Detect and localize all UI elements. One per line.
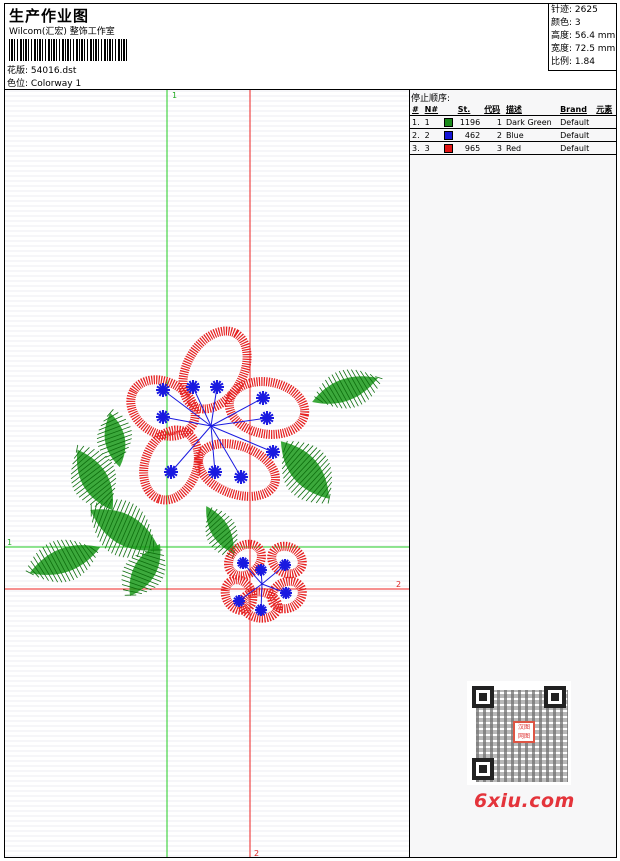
color-swatch-red: [443, 143, 453, 153]
color-table: # N# St. 代码 描述 Brand 元素 1. 1 1196 1 Dark…: [410, 103, 616, 155]
row-index: 1.: [410, 115, 423, 129]
stamen: [208, 465, 222, 479]
color-row: 3. 3 965 3 Red Default: [410, 141, 616, 155]
qr-finder: [472, 758, 494, 780]
row-desc: Blue: [503, 128, 559, 142]
leaf: [205, 506, 238, 559]
col-brand: Brand: [560, 104, 587, 114]
stat-colors: 颜色: 3: [551, 18, 581, 28]
stamen: [279, 559, 291, 571]
row-brand: Default: [558, 141, 595, 155]
leaf: [25, 539, 101, 583]
embroidery-preview: 1 1 2 2: [5, 90, 409, 857]
colorway-info: 色位: Colorway 1: [7, 76, 81, 89]
stat-height: 高度: 56.4 mm: [551, 31, 616, 41]
row-brand: Default: [558, 128, 595, 142]
colorway-value: Colorway 1: [30, 79, 82, 89]
guide-label-v1: 1: [172, 91, 177, 100]
color-swatch-blue: [443, 130, 453, 140]
row-stitches: 1196: [455, 115, 483, 129]
color-row: 2. 2 462 2 Blue Default: [410, 128, 616, 142]
guide-label-v2: 2: [254, 849, 259, 857]
design-value: 54016.dst: [30, 66, 77, 76]
col-code: 代码: [484, 104, 501, 114]
row-desc: Dark Green: [503, 115, 559, 129]
leaf: [280, 440, 333, 504]
leaf-shape: [29, 545, 101, 575]
petal-outline: [224, 377, 310, 439]
stamen-filament: [162, 389, 212, 427]
stamen: [210, 380, 224, 394]
sheet-header: 生产作业图 Wilcom(汇宏) 整饰工作室 花版: 54016.dst 色位:…: [5, 4, 616, 90]
design-canvas: 1 1 2 2: [5, 90, 410, 857]
petal: [224, 377, 310, 439]
col-desc: 描述: [505, 104, 522, 114]
row-stitches: 965: [455, 141, 483, 155]
company-name: Wilcom(汇宏) 整饰工作室: [9, 27, 115, 37]
stat-width: 宽度: 72.5 mm: [551, 44, 616, 54]
col-n: N#: [424, 104, 439, 114]
design-info: 花版: 54016.dst: [7, 63, 76, 76]
stamen-filament: [162, 416, 212, 427]
color-table-header: # N# St. 代码 描述 Brand 元素: [410, 103, 616, 116]
color-row: 1. 1 1196 1 Dark Green Default: [410, 115, 616, 129]
col-stitches: St.: [457, 104, 471, 114]
qr-code: 汉图 网图: [467, 681, 571, 785]
qr-logo: 汉图 网图: [513, 721, 535, 743]
embroidery-design: [25, 326, 383, 623]
row-n: 1: [422, 115, 442, 129]
color-swatch-green: [443, 117, 453, 127]
row-code: 2: [482, 128, 504, 142]
qr-finder: [544, 686, 566, 708]
row-code: 3: [482, 141, 504, 155]
stamen: [256, 391, 270, 405]
stat-stitches: 针迹: 2625: [551, 5, 598, 15]
row-brand: Default: [558, 115, 595, 129]
col-hash: #: [412, 104, 419, 114]
col-element: 元素: [596, 104, 613, 114]
row-index: 3.: [410, 141, 423, 155]
stat-ratio: 比例: 1.84: [551, 57, 595, 67]
watermark: 6xiu.com: [474, 790, 575, 812]
row-index: 2.: [410, 128, 423, 142]
guide-label-h1: 1: [7, 538, 12, 547]
row-desc: Red: [503, 141, 559, 155]
stamen: [255, 604, 267, 616]
stamen: [156, 410, 170, 424]
guide-label-h2: 2: [396, 580, 401, 589]
leaf: [312, 369, 383, 409]
design-label: 花版:: [7, 66, 29, 76]
colorway-label: 色位:: [7, 79, 29, 89]
design-stats: 针迹: 2625 颜色: 3 高度: 56.4 mm 宽度: 72.5 mm 比…: [548, 4, 616, 71]
qr-finder: [472, 686, 494, 708]
stamen: [234, 470, 248, 484]
row-n: 2: [422, 128, 442, 142]
row-code: 1: [482, 115, 504, 129]
row-n: 3: [422, 141, 442, 155]
page-title: 生产作业图: [9, 7, 90, 25]
stamen: [260, 411, 274, 425]
row-stitches: 462: [455, 128, 483, 142]
barcode: [9, 39, 127, 61]
